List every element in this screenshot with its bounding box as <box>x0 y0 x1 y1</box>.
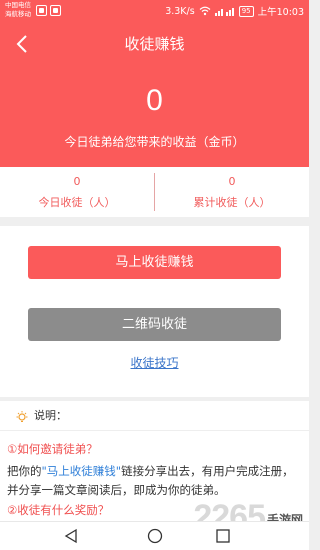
header: 收徒赚钱 0 今日徒弟给您带来的收益（金币） <box>0 22 309 167</box>
recruit-now-button[interactable]: 马上收徒赚钱 <box>28 246 281 279</box>
notification-icons <box>36 5 61 16</box>
network-speed: 3.3K/s <box>165 5 195 17</box>
today-disciples-label: 今日收徒（人） <box>38 196 116 209</box>
total-disciples-value: 0 <box>228 175 236 188</box>
carrier-label: 中国电信 海航移动 <box>5 1 31 19</box>
nav-home-icon[interactable] <box>146 528 164 544</box>
status-right: 3.3K/s 95 上午10:03 <box>165 4 304 18</box>
wifi-icon <box>199 6 211 16</box>
nav-back-icon[interactable] <box>62 528 80 544</box>
today-income-label: 今日徒弟给您带来的收益（金币） <box>64 135 245 149</box>
actions-panel: 马上收徒赚钱 二维码收徒 收徒技巧 <box>0 226 309 397</box>
total-disciples-label: 累计收徒（人） <box>193 196 271 209</box>
page-title: 收徒赚钱 <box>124 35 185 53</box>
signal-icon <box>214 6 235 16</box>
faq-question-invite: ①如何邀请徒弟？ <box>7 442 98 456</box>
carrier-line-2: 海航移动 <box>5 10 31 18</box>
instructions-title: 说明： <box>34 409 67 422</box>
answer-highlight: "马上收徒赚钱" <box>41 464 122 478</box>
faq-answer-invite: 把你的"马上收徒赚钱"链接分享出去，有用户完成注册，并分享一篇文章阅读后，即成为… <box>7 462 303 500</box>
qr-code-recruit-button[interactable]: 二维码收徒 <box>28 308 281 341</box>
clock: 上午10:03 <box>257 7 304 18</box>
lightbulb-icon <box>15 409 29 428</box>
notification-app-icon <box>36 5 47 16</box>
notification-app-icon <box>50 5 61 16</box>
today-disciples-value: 0 <box>73 175 81 188</box>
carrier-line-1: 中国电信 <box>5 1 31 9</box>
answer-text: 把你的 <box>7 464 42 478</box>
faq-question-reward: ②收徒有什么奖励？ <box>7 503 110 517</box>
nav-recent-apps-icon[interactable] <box>214 528 232 544</box>
today-income-value: 0 <box>146 84 163 117</box>
recruit-tips-link[interactable]: 收徒技巧 <box>0 355 309 371</box>
status-bar: 中国电信 海航移动 3.3K/s 95 上午10:03 <box>0 0 309 22</box>
stats-panel: 0 今日收徒（人） 0 累计收徒（人） <box>0 167 309 217</box>
system-nav-bar <box>0 521 309 550</box>
battery-indicator: 95 <box>238 5 254 17</box>
instructions-header: 说明： <box>0 401 309 431</box>
